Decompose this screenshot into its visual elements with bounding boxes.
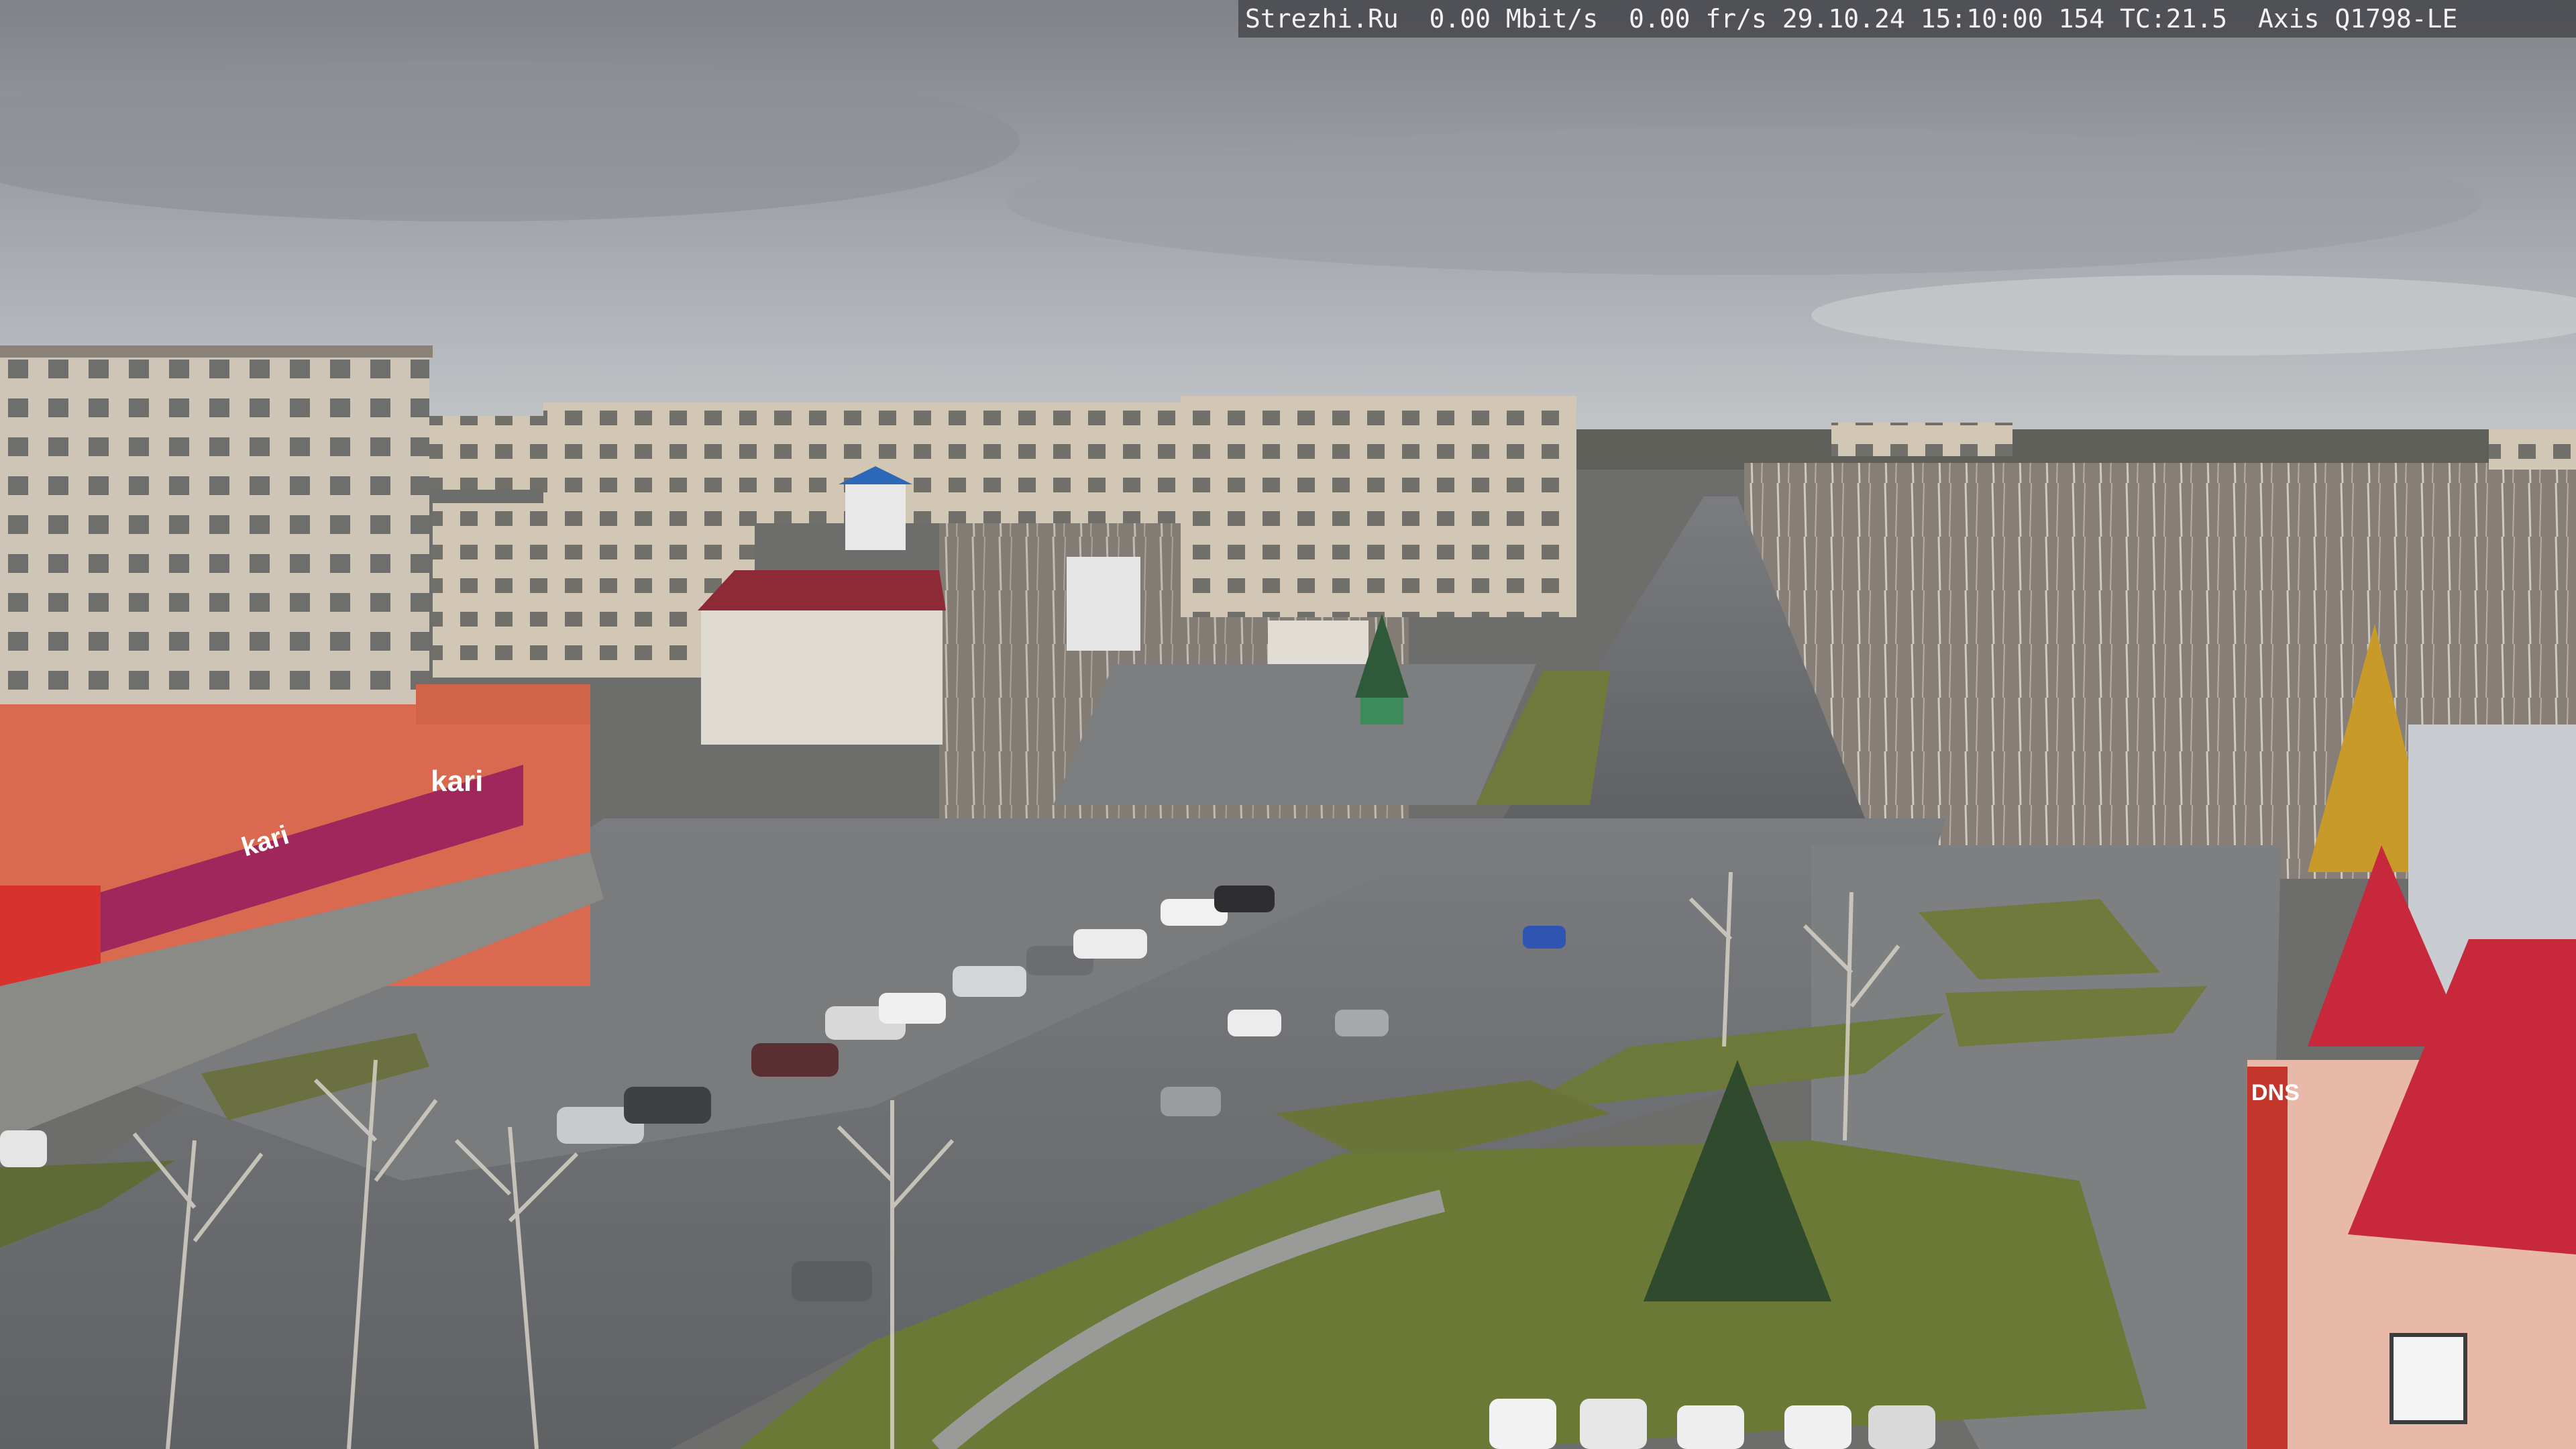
shop-upper-band (416, 684, 590, 724)
car (1523, 926, 1566, 949)
hotel-roof (698, 570, 946, 610)
webcam-city-view: kari kari DNS (0, 0, 2576, 1449)
store-red-signboard (2247, 1067, 2288, 1449)
apartment-block-far-right (2489, 429, 2576, 470)
store-sign-dns: DNS (2251, 1080, 2300, 1106)
town-square (1053, 664, 1536, 805)
city-scene-drawing (0, 0, 2576, 1449)
apartment-block-right (1831, 423, 2012, 456)
car (1335, 1010, 1389, 1036)
car (1228, 1010, 1281, 1036)
shop-sign-kari: kari (431, 765, 484, 798)
car (792, 1261, 872, 1301)
cloud (1006, 127, 2482, 275)
roof-edge (0, 345, 433, 358)
hotel-building (701, 604, 943, 745)
apartment-block-tall (1181, 396, 1576, 617)
christmas-tree-base (1360, 698, 1403, 724)
tower-window (2390, 1333, 2467, 1424)
central-building (1067, 557, 1140, 651)
camera-status-overlay: Strezhi.Ru 0.00 Mbit/s 0.00 fr/s 29.10.2… (1238, 0, 2576, 38)
blue-tower (845, 483, 906, 550)
car (1161, 1087, 1221, 1116)
